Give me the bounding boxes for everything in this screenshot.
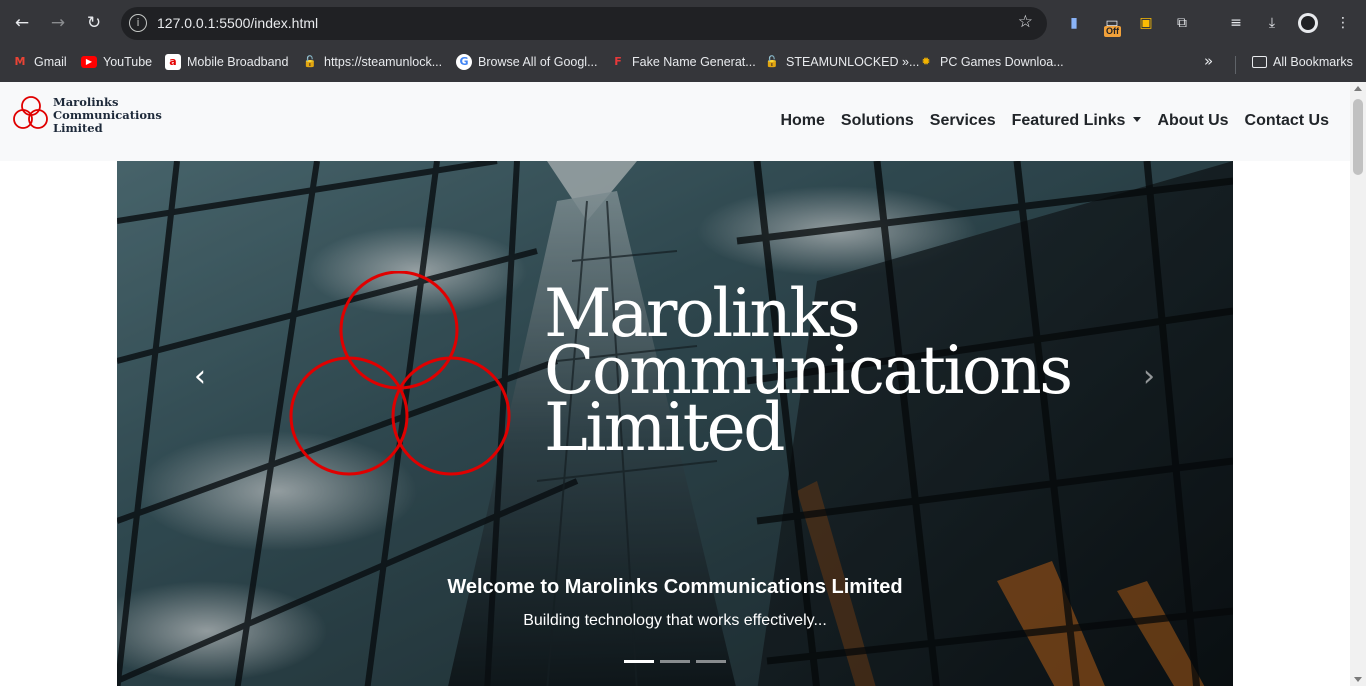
bookmark-fake-name[interactable]: F Fake Name Generat... (610, 53, 756, 71)
page-scrollbar[interactable] (1350, 82, 1366, 686)
hero-carousel: Marolinks Communications Limited ‹ › Wel… (117, 161, 1233, 686)
all-bookmarks-label: All Bookmarks (1273, 55, 1353, 69)
bookmark-label: https://steamunlock... (324, 55, 443, 69)
folder-icon (1252, 56, 1267, 68)
back-icon[interactable]: ← (9, 10, 35, 36)
steam-unlock-icon: 🔓 (765, 55, 779, 68)
reload-icon[interactable]: ↻ (81, 10, 107, 36)
bookmark-mobile-broadband[interactable]: a Mobile Broadband (165, 53, 288, 71)
carousel-indicator-2[interactable] (660, 660, 690, 663)
bookmark-label: YouTube (103, 55, 153, 69)
bookmark-google[interactable]: G Browse All of Googl... (456, 53, 598, 71)
all-bookmarks[interactable]: All Bookmarks (1252, 53, 1353, 71)
video-extension-icon[interactable]: ▣ (1135, 12, 1157, 34)
scroll-down-arrow-icon[interactable] (1354, 677, 1362, 682)
hero-logo-text: Marolinks Communications Limited (544, 281, 1073, 461)
youtube-icon: ▶ (81, 56, 97, 68)
carousel-next-chevron-icon[interactable]: › (1129, 357, 1169, 397)
url-text[interactable]: 127.0.0.1:5500/index.html (157, 15, 318, 31)
bookmarks-divider (1235, 56, 1236, 74)
page-viewport: Marolinks Communications Limited Communi… (0, 82, 1350, 686)
gmail-icon: M (14, 55, 26, 68)
scroll-up-arrow-icon[interactable] (1354, 86, 1362, 91)
nav-links: Home Solutions Services Featured Links A… (764, 112, 1329, 130)
nav-featured-links-label: Featured Links (1011, 112, 1126, 129)
bookmark-gmail[interactable]: M Gmail (12, 53, 67, 71)
carousel-indicator-3[interactable] (696, 660, 726, 663)
address-bar[interactable]: i 127.0.0.1:5500/index.html ☆ (121, 7, 1047, 40)
bookmark-label: Browse All of Googl... (478, 55, 598, 69)
bookmark-label: Fake Name Generat... (632, 55, 756, 69)
carousel-indicators (624, 660, 732, 663)
nav-services[interactable]: Services (930, 112, 996, 130)
nav-about[interactable]: About Us (1157, 112, 1228, 130)
caret-down-icon (1133, 117, 1142, 122)
bookmark-star-icon[interactable]: ☆ (1018, 12, 1033, 32)
browser-toolbar: ← → ↻ i 127.0.0.1:5500/index.html ☆ ▮ ▭ … (0, 0, 1366, 46)
download-icon[interactable]: ⤓ (1261, 12, 1283, 34)
nav-home[interactable]: Home (780, 112, 824, 130)
bookmark-label: PC Games Downloa... (940, 55, 1064, 69)
brand-reflection: Communications Limited (12, 134, 177, 146)
steam-unlock-icon: 🔓 (303, 55, 317, 68)
carousel-indicator-1[interactable] (624, 660, 654, 663)
profile-avatar-icon[interactable] (1298, 13, 1318, 33)
site-navbar: Marolinks Communications Limited Communi… (0, 82, 1350, 161)
bookmark-pc-games[interactable]: ✹ PC Games Downloa... (918, 53, 1064, 71)
nav-featured-links-dropdown[interactable]: Featured Links (1012, 112, 1142, 130)
google-icon: G (456, 54, 472, 70)
bookmark-steamunlock[interactable]: 🔓 https://steamunlock... (302, 53, 442, 71)
docs-extension-icon[interactable]: ▮ (1063, 12, 1085, 34)
bookmark-label: Gmail (34, 55, 67, 69)
fake-name-icon: F (614, 55, 622, 68)
site-info-icon[interactable]: i (129, 14, 147, 32)
nav-solutions[interactable]: Solutions (841, 112, 914, 130)
bookmark-label: Mobile Broadband (187, 55, 289, 69)
hero-circles-logo-icon (289, 271, 511, 476)
bookmark-youtube[interactable]: ▶ YouTube (81, 53, 152, 71)
browser-menu-icon[interactable]: ⋮ (1332, 12, 1354, 34)
bookmark-steamunlocked[interactable]: 🔓 STEAMUNLOCKED »... (764, 53, 919, 71)
bookmarks-bar: M Gmail ▶ YouTube a Mobile Broadband 🔓 h… (0, 46, 1366, 76)
brand-name: Marolinks Communications Limited (53, 96, 162, 135)
brand-circles-icon (13, 96, 48, 129)
bookmark-label: STEAMUNLOCKED »... (786, 55, 920, 69)
forward-icon[interactable]: → (45, 10, 71, 36)
extensions-puzzle-icon[interactable]: ⧉ (1171, 12, 1193, 34)
nav-contact[interactable]: Contact Us (1245, 112, 1329, 130)
pc-games-icon: ✹ (921, 55, 931, 68)
extension-off-badge: Off (1104, 26, 1121, 37)
reading-list-icon[interactable]: ≡ (1225, 12, 1247, 34)
browser-chrome: ← → ↻ i 127.0.0.1:5500/index.html ☆ ▮ ▭ … (0, 0, 1366, 82)
more-bookmarks-chevron-icon[interactable]: » (1204, 52, 1213, 70)
carousel-prev-chevron-icon[interactable]: ‹ (180, 357, 220, 397)
hero-caption-text: Building technology that works effective… (523, 612, 827, 629)
airtel-icon: a (165, 54, 181, 70)
scrollbar-thumb[interactable] (1353, 99, 1363, 175)
hero-caption-title: Welcome to Marolinks Communications Limi… (447, 576, 903, 598)
